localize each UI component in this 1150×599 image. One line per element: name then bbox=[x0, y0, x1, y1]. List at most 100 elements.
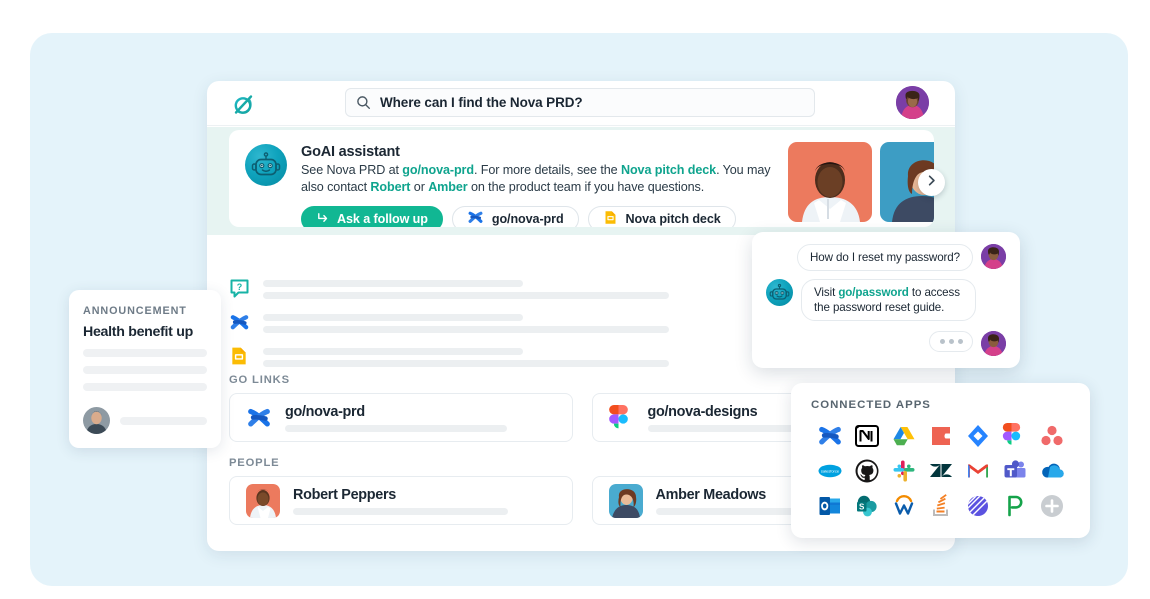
announcement-card[interactable]: ANNOUNCEMENT Health benefit up bbox=[69, 290, 221, 448]
sharepoint-icon[interactable]: S bbox=[854, 493, 880, 519]
glean-logo[interactable] bbox=[229, 91, 257, 119]
user-avatar bbox=[981, 331, 1006, 356]
onedrive-icon[interactable] bbox=[1039, 458, 1065, 484]
result-skeleton bbox=[263, 278, 669, 299]
chat-answer-bubble: Visit go/password to access the password… bbox=[801, 279, 976, 321]
screenshot-root: Where can I find the Nova PRD? GoAI assi… bbox=[0, 0, 1150, 599]
productboard-icon[interactable] bbox=[1002, 493, 1028, 519]
inline-link[interactable]: Amber bbox=[428, 180, 467, 194]
skeleton-bar bbox=[263, 280, 523, 287]
notion-icon[interactable] bbox=[854, 423, 880, 449]
inline-link[interactable]: Nova pitch deck bbox=[621, 163, 716, 177]
next-photos-button[interactable] bbox=[918, 169, 945, 196]
svg-text:salesforce: salesforce bbox=[820, 469, 839, 474]
result-row[interactable]: ? bbox=[229, 278, 669, 299]
connected-apps-card: CONNECTED APPS salesforce S bbox=[791, 383, 1090, 538]
inline-text: on the product team if you have question… bbox=[467, 180, 705, 194]
stack-overflow-icon[interactable] bbox=[928, 493, 954, 519]
workday-icon[interactable] bbox=[891, 493, 917, 519]
result-row[interactable] bbox=[229, 312, 669, 333]
skeleton-bar bbox=[263, 360, 669, 367]
announcement-title: Health benefit up bbox=[83, 324, 193, 340]
reply-arrow-icon bbox=[316, 211, 329, 227]
skeleton-bar bbox=[83, 349, 207, 357]
avatar[interactable] bbox=[896, 86, 929, 119]
golinks-icon bbox=[246, 405, 272, 431]
skeleton-bar bbox=[263, 348, 523, 355]
chat-question-bubble: How do I reset my password? bbox=[796, 244, 973, 271]
connected-apps-grid: salesforce S bbox=[811, 423, 1070, 519]
typing-dot bbox=[939, 339, 945, 344]
go-link-title: go/nova-prd bbox=[285, 403, 365, 420]
user-avatar bbox=[981, 244, 1006, 269]
robot-avatar-icon bbox=[766, 279, 793, 306]
search-value: Where can I find the Nova PRD? bbox=[380, 95, 583, 110]
inline-text: . For more details, see the bbox=[473, 163, 621, 177]
chip-label: Nova pitch deck bbox=[625, 212, 721, 226]
chat-typing-row bbox=[766, 331, 1006, 356]
inline-link[interactable]: Robert bbox=[370, 180, 410, 194]
gmail-icon[interactable] bbox=[965, 458, 991, 484]
person-card-robert[interactable]: Robert Peppers bbox=[229, 476, 573, 525]
skeleton-bar bbox=[293, 507, 509, 515]
avatar-author bbox=[83, 407, 110, 434]
zendesk-icon[interactable] bbox=[928, 458, 954, 484]
skeleton-bar bbox=[83, 366, 207, 374]
result-skeleton bbox=[263, 312, 669, 333]
golinks-icon bbox=[467, 209, 484, 227]
connected-apps-label: CONNECTED APPS bbox=[811, 399, 931, 411]
add-app-icon[interactable] bbox=[1039, 493, 1065, 519]
chevron-right-icon bbox=[925, 174, 938, 192]
chip-go-nova-prd[interactable]: go/nova-prd bbox=[451, 206, 579, 227]
linear-icon[interactable] bbox=[965, 493, 991, 519]
google-slides-icon bbox=[603, 210, 618, 227]
announcement-footer bbox=[83, 407, 207, 434]
inline-link[interactable]: go/password bbox=[838, 286, 909, 299]
avatar-robert bbox=[246, 483, 280, 518]
chip-nova-pitch-deck[interactable]: Nova pitch deck bbox=[587, 206, 736, 227]
person-body: Robert Peppers bbox=[293, 487, 556, 515]
figma-icon bbox=[608, 404, 635, 431]
chip-label: Ask a follow up bbox=[337, 212, 428, 226]
google-drive-icon[interactable] bbox=[891, 423, 917, 449]
inline-text: or bbox=[410, 180, 429, 194]
salesforce-icon[interactable]: salesforce bbox=[817, 458, 843, 484]
announcement-label: ANNOUNCEMENT bbox=[83, 305, 187, 317]
assistant-answer-text: See Nova PRD at go/nova-prd. For more de… bbox=[301, 162, 771, 196]
outlook-icon[interactable] bbox=[817, 493, 843, 519]
asana-icon[interactable] bbox=[1039, 423, 1065, 449]
go-link-card-nova-prd[interactable]: go/nova-prd bbox=[229, 393, 573, 442]
person-photo-robert[interactable] bbox=[788, 142, 872, 222]
jira-icon[interactable] bbox=[965, 423, 991, 449]
inline-link[interactable]: go/nova-prd bbox=[402, 163, 474, 177]
typing-dot bbox=[948, 339, 954, 344]
svg-text:S: S bbox=[859, 502, 865, 511]
ask-follow-up-button[interactable]: Ask a follow up bbox=[301, 206, 443, 227]
coda-icon[interactable] bbox=[928, 423, 954, 449]
search-icon bbox=[356, 95, 371, 110]
related-people-photos bbox=[788, 142, 934, 222]
chat-answer-row: Visit go/password to access the password… bbox=[766, 279, 1006, 321]
result-skeleton bbox=[263, 346, 669, 367]
robot-avatar-icon bbox=[245, 144, 287, 186]
typing-dots bbox=[929, 331, 973, 352]
avatar-amber bbox=[608, 483, 643, 518]
github-icon[interactable] bbox=[854, 458, 880, 484]
search-input[interactable]: Where can I find the Nova PRD? bbox=[345, 88, 815, 117]
skeleton-bar bbox=[83, 383, 207, 391]
assistant-answer-card: GoAI assistant See Nova PRD at go/nova-p… bbox=[229, 130, 934, 227]
chat-question-row: How do I reset my password? bbox=[766, 244, 1006, 271]
golinks-icon bbox=[229, 312, 250, 333]
result-row[interactable] bbox=[229, 346, 669, 367]
go-link-body: go/nova-prd bbox=[285, 404, 556, 432]
microsoft-teams-icon[interactable] bbox=[1002, 458, 1028, 484]
skeleton-bar bbox=[263, 314, 523, 321]
golinks-icon[interactable] bbox=[817, 423, 843, 449]
slack-icon[interactable] bbox=[891, 458, 917, 484]
person-name: Robert Peppers bbox=[293, 486, 396, 503]
question-answer-icon: ? bbox=[229, 278, 250, 299]
figma-icon[interactable] bbox=[1002, 423, 1028, 449]
skeleton-bar bbox=[263, 292, 669, 299]
chip-label: go/nova-prd bbox=[491, 212, 564, 226]
typing-dot bbox=[957, 339, 963, 344]
